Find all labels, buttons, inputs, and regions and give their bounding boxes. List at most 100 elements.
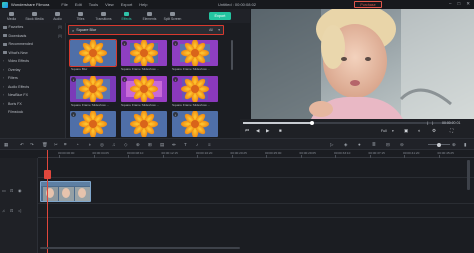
effect-thumb[interactable] (121, 111, 167, 137)
speed-icon[interactable]: ◔ (76, 142, 79, 147)
settings-icon[interactable]: ⚙ (432, 128, 436, 134)
close-icon[interactable]: ✕ (466, 1, 470, 7)
fullscreen-icon[interactable]: ⛶ (450, 128, 453, 133)
sidebar-item-filters[interactable]: › Filters (0, 74, 65, 83)
brace-right-icon[interactable]: } (432, 121, 433, 125)
redo-icon[interactable]: ↷ (30, 142, 34, 148)
effects-search-input[interactable]: ⌕ Square Blur All ▾ (68, 25, 224, 35)
quality-select[interactable]: Full (381, 129, 387, 133)
mixer-icon[interactable]: ≣ (372, 142, 376, 148)
menu-view[interactable]: View (105, 2, 114, 7)
stabilize-icon[interactable]: ⊞ (148, 142, 152, 148)
split-icon[interactable]: ⇹ (172, 142, 176, 148)
sidebar-item-newblue-fx[interactable]: › NewBlue FX (0, 91, 65, 100)
minimize-icon[interactable]: – (449, 1, 452, 7)
voice-icon[interactable]: ♪ (196, 142, 198, 147)
play-icon[interactable]: ▶ (266, 128, 269, 134)
undo-icon[interactable]: ↶ (20, 142, 24, 148)
color-icon[interactable]: ◑ (88, 142, 91, 147)
sidebar-item-video-effects[interactable]: › Video Effects (0, 57, 65, 66)
text-icon[interactable]: T (184, 142, 187, 147)
filter-select[interactable]: All (209, 28, 213, 32)
render-icon[interactable]: ▷ (330, 142, 333, 148)
timeline-track-row[interactable] (38, 204, 474, 218)
menu-help[interactable]: Help (139, 2, 147, 7)
effect-thumb-square-frame-slideshow[interactable] (70, 76, 116, 102)
download-icon[interactable]: ↓ (173, 112, 178, 117)
panel-icon[interactable]: ▮ (464, 142, 466, 148)
playhead-handle[interactable] (44, 170, 51, 179)
export-button[interactable]: Export (209, 12, 231, 20)
sidebar-item-audio-effects[interactable]: › Audio Effects (0, 83, 65, 92)
play-back-icon[interactable]: ◀ (256, 128, 259, 134)
stop-icon[interactable]: ■ (279, 128, 282, 133)
menu-tools[interactable]: Tools (89, 2, 98, 7)
download-icon[interactable]: ↓ (173, 41, 178, 46)
zoom-out-icon[interactable]: ⊖ (400, 142, 404, 148)
playback-scrubber[interactable] (310, 120, 315, 125)
purchase-button[interactable]: Purchase (354, 1, 382, 8)
mic-icon[interactable]: ● (358, 142, 361, 147)
zoom-in-icon[interactable]: ⊕ (452, 142, 456, 148)
chevron-down-icon[interactable]: ▾ (392, 129, 394, 133)
menu-export[interactable]: Export (121, 2, 133, 7)
tab-stock-media[interactable]: Stock Media (23, 9, 46, 23)
speaker-icon[interactable]: ◁ (18, 208, 21, 213)
tab-titles[interactable]: Titles (69, 9, 92, 23)
sidebar-item-overlay[interactable]: › Overlay (0, 66, 65, 75)
effect-thumb[interactable] (70, 111, 116, 137)
mask-icon[interactable]: ◎ (100, 142, 104, 148)
crop-icon[interactable]: ⌗ (64, 142, 67, 147)
timeline-track-row[interactable] (38, 178, 474, 204)
sidebar-item-downloads[interactable]: Downloads (0) (0, 32, 65, 41)
download-icon[interactable]: ↓ (122, 41, 127, 46)
effects-scrollbar[interactable] (231, 40, 233, 70)
green-screen-icon[interactable]: ▤ (160, 142, 164, 148)
delete-icon[interactable]: 🗑 (42, 142, 48, 148)
marker-icon[interactable]: ◈ (344, 142, 347, 148)
menu-edit[interactable]: Edit (75, 2, 82, 7)
cut-icon[interactable]: ✂ (54, 142, 58, 148)
tab-elements[interactable]: Elements (138, 9, 161, 23)
tab-transitions[interactable]: Transitions (92, 9, 115, 23)
timeline-horizontal-scrollbar[interactable] (40, 247, 240, 249)
chevron-down-icon[interactable]: ▾ (218, 28, 220, 32)
brace-left-icon[interactable]: { (427, 121, 428, 125)
effect-thumb-square-frame-slideshow[interactable] (172, 76, 218, 102)
sidebar-item-filmstock[interactable]: Filmstock (0, 108, 65, 117)
effect-thumb-square-frame-slideshow[interactable] (121, 76, 167, 102)
effect-thumb-square-blur[interactable] (68, 38, 118, 68)
adjust-icon[interactable]: ≡ (208, 142, 211, 147)
timeline-vertical-scrollbar[interactable] (467, 160, 470, 190)
snapshot-icon[interactable]: ▣ (404, 128, 408, 134)
lock-icon[interactable]: ⊡ (10, 188, 13, 193)
download-icon[interactable]: ↓ (71, 77, 76, 82)
volume-icon[interactable]: ◐ (418, 128, 421, 133)
eye-icon[interactable]: ◉ (18, 188, 22, 193)
tab-media[interactable]: Media (0, 9, 23, 23)
zoom-slider-knob[interactable] (437, 142, 441, 147)
maximize-icon[interactable]: □ (458, 1, 461, 7)
sidebar-item-boris-fx[interactable]: › Boris FX (0, 100, 65, 109)
motion-track-icon[interactable]: ⊕ (136, 142, 140, 148)
download-icon[interactable]: ↓ (71, 112, 76, 117)
sidebar-item-recommended[interactable]: Recommended (0, 40, 65, 49)
effect-thumb[interactable] (172, 111, 218, 137)
sidebar-item-favorites[interactable]: Favorites (0) (0, 23, 65, 32)
effect-thumb-square-frame-slideshow[interactable] (172, 40, 218, 66)
playhead[interactable] (47, 150, 48, 253)
menu-file[interactable]: File (61, 2, 67, 7)
prev-frame-icon[interactable]: ⏮ (245, 128, 249, 133)
timeline-track-row[interactable] (38, 158, 474, 178)
sidebar-item-whats-new[interactable]: What's New (0, 49, 65, 58)
effect-thumb-square-frame-slideshow[interactable] (121, 40, 167, 66)
tab-split-screen[interactable]: Split Screen (161, 9, 184, 23)
audio-adjust-icon[interactable]: ♫ (112, 142, 115, 147)
tab-audio[interactable]: Audio (46, 9, 69, 23)
tab-effects[interactable]: Effects (115, 9, 138, 23)
snap-icon[interactable]: ⊟ (386, 142, 390, 148)
download-icon[interactable]: ↓ (122, 77, 127, 82)
lock-icon[interactable]: ⊡ (10, 208, 13, 213)
grid-icon[interactable]: ▦ (4, 142, 8, 148)
keyframe-icon[interactable]: ◇ (124, 142, 127, 148)
